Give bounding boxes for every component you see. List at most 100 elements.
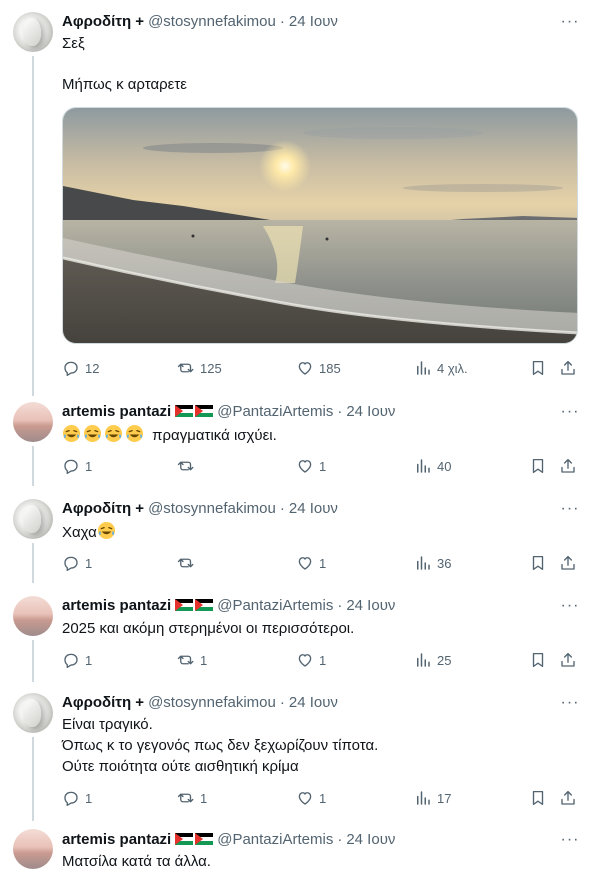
like-button[interactable]: 1: [296, 553, 326, 573]
reply-button[interactable]: 1: [62, 788, 92, 808]
avatar[interactable]: [13, 596, 53, 636]
palestine-flag-icon: [175, 405, 194, 417]
tweet-date[interactable]: 24 Ιουν: [346, 831, 395, 848]
like-button[interactable]: 185: [296, 358, 341, 378]
bookmark-button[interactable]: [529, 358, 547, 378]
reply-icon: [62, 554, 80, 572]
like-button[interactable]: 1: [296, 788, 326, 808]
bookmark-button[interactable]: [529, 650, 547, 670]
user-handle[interactable]: @PantaziArtemis: [217, 403, 333, 420]
avatar[interactable]: [13, 499, 53, 539]
more-options-button[interactable]: ···: [560, 499, 580, 519]
user-handle[interactable]: @stosynnefakimou: [148, 500, 276, 517]
views-count: 17: [437, 790, 452, 806]
avatar[interactable]: [13, 693, 53, 733]
tweet-date[interactable]: 24 Ιουν: [289, 13, 338, 30]
user-handle[interactable]: @stosynnefakimou: [148, 694, 276, 711]
display-name[interactable]: artemis pantazi: [62, 831, 171, 848]
separator: ·: [279, 693, 285, 711]
views-button[interactable]: 25: [414, 650, 451, 670]
views-button[interactable]: 4 χιλ.: [414, 358, 468, 378]
display-name[interactable]: Αφροδίτη +: [62, 694, 144, 711]
like-count: 1: [319, 555, 327, 571]
bookmark-button[interactable]: [529, 788, 547, 808]
palestine-flag-icon: [195, 599, 214, 611]
reply-icon: [62, 651, 80, 669]
bookmark-button[interactable]: [529, 456, 547, 476]
share-button[interactable]: [559, 456, 577, 476]
views-count: 40: [437, 458, 452, 474]
bookmark-icon: [529, 457, 547, 475]
tweet-date[interactable]: 24 Ιουν: [346, 597, 395, 614]
more-options-button[interactable]: ···: [560, 12, 580, 32]
views-icon: [414, 651, 432, 669]
tweet-header: artemis pantazi @PantaziArtemis · 24 Ιου…: [62, 829, 395, 849]
tweet-photo[interactable]: [62, 107, 578, 344]
palestine-flag-icon: [175, 833, 194, 845]
sunset-beach-photo: [63, 108, 577, 343]
views-button[interactable]: 36: [414, 553, 451, 573]
avatar[interactable]: [13, 829, 53, 869]
retweet-icon: [177, 457, 195, 475]
retweet-button[interactable]: 1: [177, 788, 207, 808]
thread-line: [32, 543, 34, 583]
display-name[interactable]: Αφροδίτη +: [62, 500, 144, 517]
display-name[interactable]: Αφροδίτη +: [62, 13, 144, 30]
share-button[interactable]: [559, 650, 577, 670]
bookmark-icon: [529, 359, 547, 377]
thread-line: [32, 446, 34, 486]
palestine-flag-icon: [195, 833, 214, 845]
reply-button[interactable]: 1: [62, 650, 92, 670]
tweet-header: artemis pantazi @PantaziArtemis · 24 Ιου…: [62, 595, 395, 615]
reply-count: 1: [85, 458, 93, 474]
reply-button[interactable]: 12: [62, 358, 99, 378]
like-button[interactable]: 1: [296, 456, 326, 476]
tweet-actions: 1 1 40: [62, 456, 582, 476]
tweet-date[interactable]: 24 Ιουν: [289, 694, 338, 711]
share-icon: [559, 359, 577, 377]
tweet-actions: 1 1 1 17: [62, 788, 582, 808]
retweet-icon: [177, 789, 195, 807]
tweet-text-line: Μήπως κ αρταρετε: [62, 76, 187, 93]
tweet-actions: 1 1 1 25: [62, 650, 582, 670]
more-options-button[interactable]: ···: [560, 693, 580, 713]
user-handle[interactable]: @stosynnefakimou: [148, 13, 276, 30]
views-button[interactable]: 40: [414, 456, 451, 476]
share-button[interactable]: [559, 358, 577, 378]
more-options-button[interactable]: ···: [560, 830, 580, 850]
laughing-emoji-icon: [97, 521, 115, 540]
tweet-text-line: Ούτε ποιότητα ούτε αισθητική κρίμα: [62, 758, 299, 775]
more-options-button[interactable]: ···: [560, 402, 580, 422]
retweet-button[interactable]: 125: [177, 358, 222, 378]
tweet-date[interactable]: 24 Ιουν: [289, 500, 338, 517]
separator: ·: [337, 830, 343, 848]
palestine-flag-icon: [175, 599, 194, 611]
reply-count: 1: [85, 790, 93, 806]
bookmark-button[interactable]: [529, 553, 547, 573]
reply-button[interactable]: 1: [62, 456, 92, 476]
views-icon: [414, 359, 432, 377]
display-name[interactable]: artemis pantazi: [62, 597, 171, 614]
retweet-button[interactable]: [177, 553, 200, 573]
like-button[interactable]: 1: [296, 650, 326, 670]
views-count: 4 χιλ.: [437, 360, 468, 376]
user-handle[interactable]: @PantaziArtemis: [217, 831, 333, 848]
tweet-header: artemis pantazi @PantaziArtemis · 24 Ιου…: [62, 401, 395, 421]
views-button[interactable]: 17: [414, 788, 451, 808]
avatar[interactable]: [13, 12, 53, 52]
tweet-date[interactable]: 24 Ιουν: [346, 403, 395, 420]
retweet-button[interactable]: 1: [177, 650, 207, 670]
bookmark-icon: [529, 554, 547, 572]
avatar[interactable]: [13, 402, 53, 442]
tweet-text-line: Σεξ: [62, 35, 85, 52]
reply-button[interactable]: 1: [62, 553, 92, 573]
tweet-text-body: Χαχα: [62, 524, 97, 541]
share-button[interactable]: [559, 553, 577, 573]
views-icon: [414, 554, 432, 572]
thread-line: [32, 56, 34, 396]
retweet-button[interactable]: [177, 456, 200, 476]
user-handle[interactable]: @PantaziArtemis: [217, 597, 333, 614]
share-button[interactable]: [559, 788, 577, 808]
display-name[interactable]: artemis pantazi: [62, 403, 171, 420]
more-options-button[interactable]: ···: [560, 596, 580, 616]
